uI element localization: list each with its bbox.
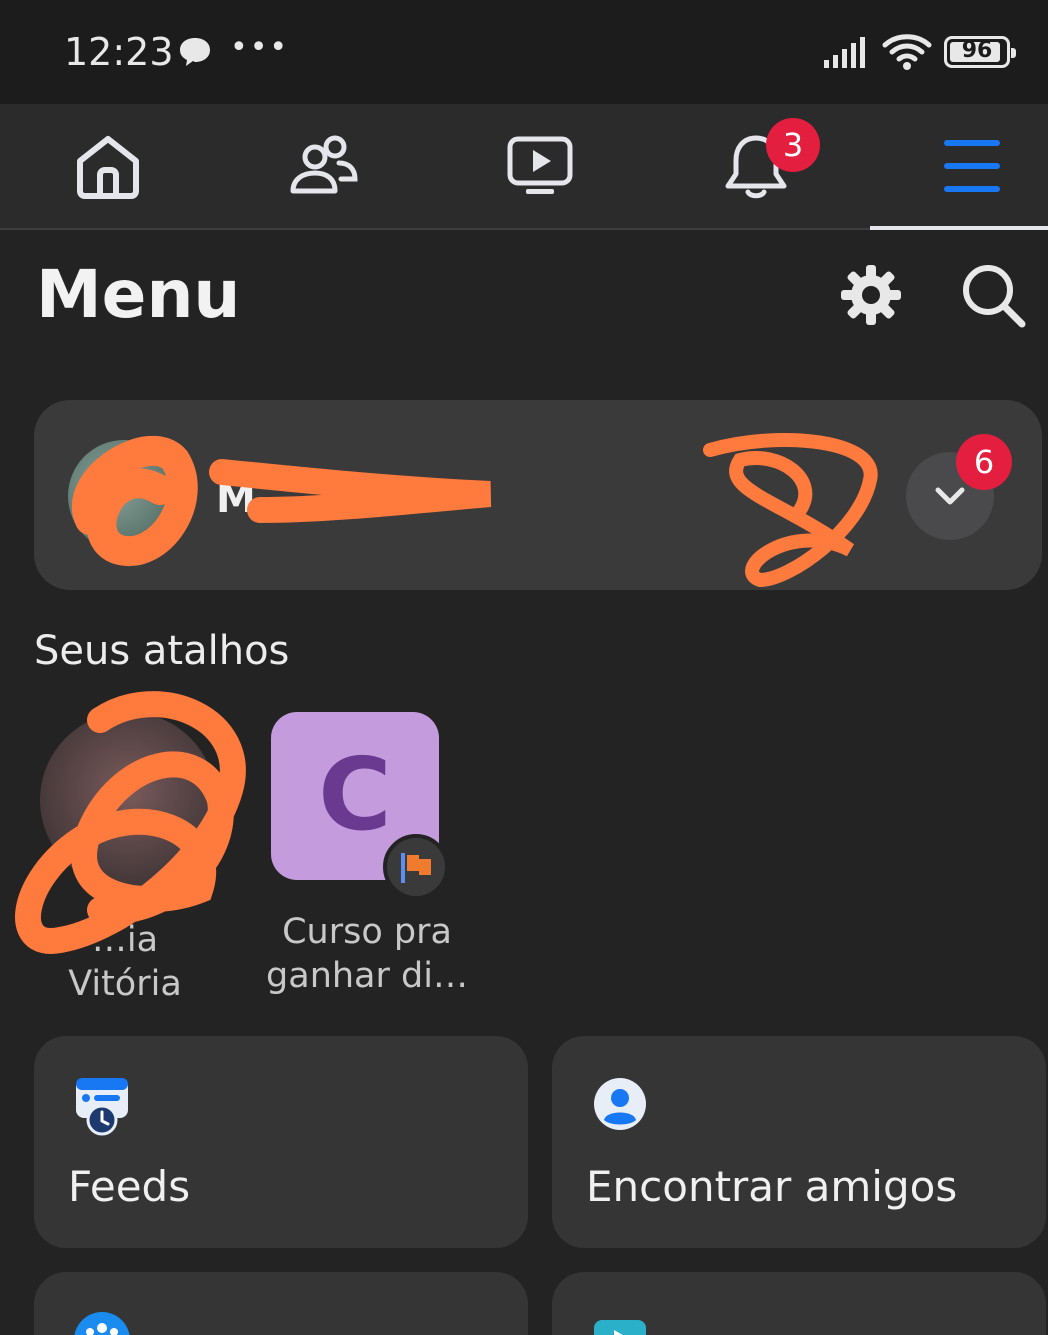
- groups-tile[interactable]: [34, 1272, 528, 1335]
- find-friends-tile[interactable]: Encontrar amigos: [552, 1036, 1046, 1248]
- shortcut-label-line1: Curso pra: [282, 912, 452, 952]
- shortcut-label-line2: ganhar di…: [266, 956, 468, 996]
- status-bar: 12:23 ••• 96: [0, 0, 1048, 104]
- search-icon: [963, 265, 1026, 328]
- profile-name: M: [216, 476, 256, 522]
- profile-badge: 6: [956, 434, 1012, 490]
- hamburger-icon: [944, 140, 1000, 192]
- avatar[interactable]: [68, 440, 180, 552]
- shortcut-label: Curso pra ganhar di…: [262, 910, 472, 998]
- feeds-tile[interactable]: Feeds: [34, 1036, 528, 1248]
- tab-home[interactable]: [38, 104, 178, 228]
- groups-icon: [72, 1310, 136, 1335]
- shortcut-page-thumbnail: C: [271, 712, 449, 900]
- tab-watch[interactable]: [470, 104, 610, 228]
- battery-icon: 96: [944, 36, 1016, 68]
- tab-friends[interactable]: [254, 104, 394, 228]
- video-tile[interactable]: [552, 1272, 1046, 1335]
- wifi-icon: [882, 32, 932, 76]
- feeds-icon: [72, 1074, 136, 1142]
- chat-bubble-icon: [178, 36, 212, 72]
- find-friends-icon: [590, 1074, 654, 1142]
- friends-icon: [290, 135, 358, 194]
- tab-menu[interactable]: [870, 104, 1048, 230]
- gear-icon: [841, 265, 901, 325]
- page-flag-icon: [383, 834, 449, 900]
- shortcut-item[interactable]: C Curso pra ganhar di…: [262, 712, 468, 998]
- shortcut-label-line2: Vitória: [68, 964, 182, 1004]
- chevron-down-icon: [935, 487, 965, 505]
- notifications-badge: 3: [766, 118, 820, 172]
- settings-button[interactable]: [834, 258, 908, 332]
- feeds-label: Feeds: [68, 1162, 191, 1211]
- profile-card[interactable]: M 6: [34, 400, 1042, 590]
- shortcut-label: …ia Vitória: [20, 918, 230, 1006]
- video-play-icon: [590, 1316, 650, 1335]
- more-notifications-icon: •••: [230, 30, 290, 65]
- shortcuts-title: Seus atalhos: [34, 628, 290, 674]
- battery-level: 96: [961, 38, 993, 63]
- video-icon: [507, 136, 573, 194]
- search-button[interactable]: [956, 258, 1030, 332]
- page-title: Menu: [36, 256, 241, 333]
- find-friends-label: Encontrar amigos: [586, 1162, 958, 1211]
- home-icon: [77, 136, 139, 199]
- top-nav-bar: [0, 104, 1048, 230]
- status-time: 12:23: [64, 30, 174, 74]
- shortcut-label-line1: …ia: [91, 920, 159, 960]
- shortcut-avatar: [40, 712, 216, 888]
- shortcut-item[interactable]: …ia Vitória: [20, 712, 220, 1006]
- signal-icon: [824, 36, 872, 72]
